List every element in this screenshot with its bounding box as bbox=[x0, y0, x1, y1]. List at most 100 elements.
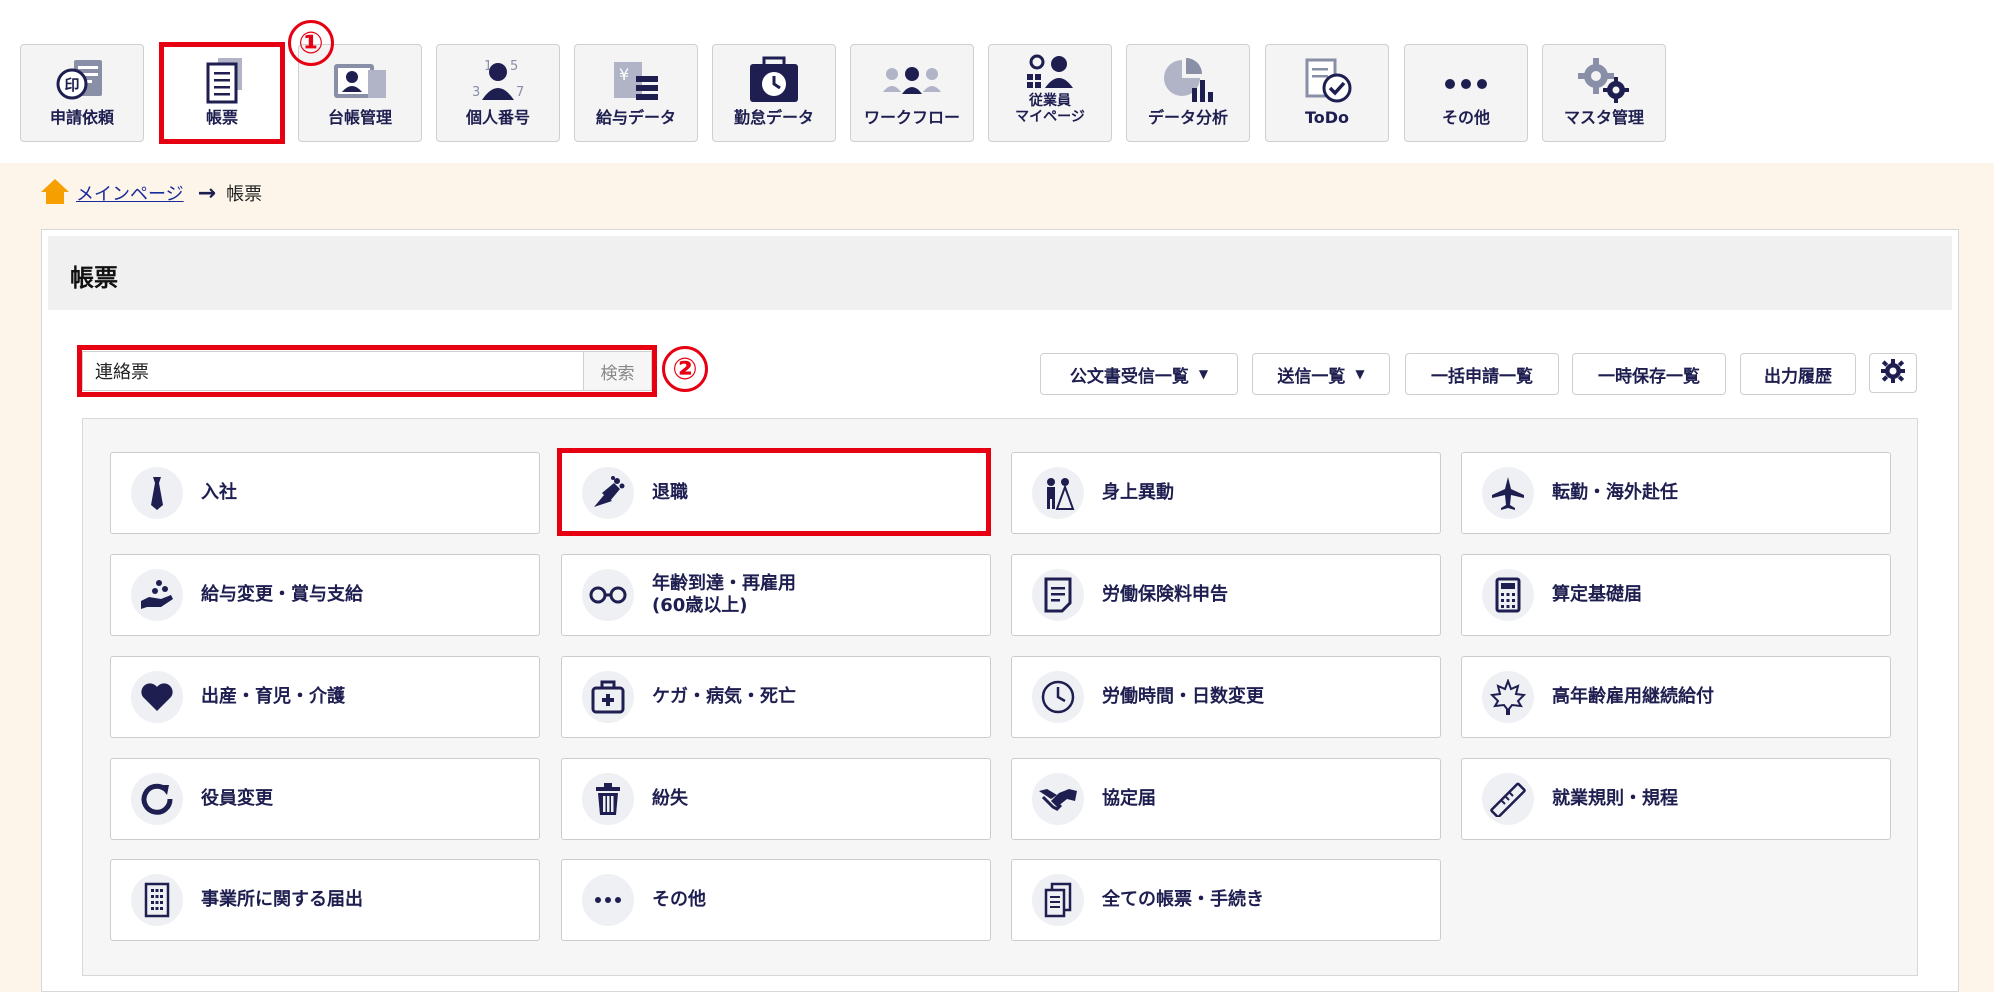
attendance-clock-icon bbox=[744, 55, 804, 107]
id-card-icon bbox=[330, 55, 390, 107]
output-history-button[interactable]: 出力履歴 bbox=[1740, 353, 1856, 395]
card-agreement[interactable]: 協定届 bbox=[1011, 758, 1441, 840]
card-label: ケガ・病気・死亡 bbox=[652, 686, 796, 707]
employee-mypage-icon bbox=[1020, 53, 1080, 91]
nav-item-salary-data[interactable]: ¥ 給与データ bbox=[574, 44, 698, 142]
breadcrumb-current: 帳票 bbox=[226, 184, 263, 205]
trash-icon bbox=[582, 773, 634, 825]
nav-label: データ分析 bbox=[1147, 108, 1228, 127]
bulk-application-button[interactable]: 一括申請一覧 bbox=[1405, 353, 1559, 395]
nav-item-employee-mypage[interactable]: 従業員 マイページ bbox=[988, 44, 1112, 142]
necktie-icon bbox=[131, 467, 183, 519]
nav-item-other[interactable]: その他 bbox=[1404, 44, 1528, 142]
ruler-icon bbox=[1482, 773, 1534, 825]
public-docs-dropdown-button[interactable]: 公文書受信一覧 ▼ bbox=[1040, 353, 1238, 395]
nav-label: 給与データ bbox=[595, 108, 676, 127]
svg-text:印: 印 bbox=[64, 76, 79, 94]
nav-label: マスタ管理 bbox=[1563, 108, 1644, 127]
data-analysis-icon bbox=[1158, 55, 1218, 107]
card-label: 紛失 bbox=[652, 788, 688, 809]
maple-leaf-icon bbox=[1482, 671, 1534, 723]
caret-down-icon: ▼ bbox=[1198, 367, 1209, 381]
temp-save-button[interactable]: 一時保存一覧 bbox=[1572, 353, 1726, 395]
document-lines-icon bbox=[1032, 569, 1084, 621]
refresh-icon bbox=[131, 773, 183, 825]
card-labor-insurance[interactable]: 労働保険料申告 bbox=[1011, 554, 1441, 636]
card-calculation-basis[interactable]: 算定基礎届 bbox=[1461, 554, 1891, 636]
card-label: 全ての帳票・手続き bbox=[1102, 889, 1264, 910]
button-label: 送信一覧 bbox=[1277, 366, 1346, 387]
nav-item-data-analysis[interactable]: データ分析 bbox=[1126, 44, 1250, 142]
more-dots-icon bbox=[1436, 55, 1496, 107]
card-executive-change[interactable]: 役員変更 bbox=[110, 758, 540, 840]
nav-label: 従業員 マイページ bbox=[1015, 93, 1085, 125]
person-number-icon: 1537 bbox=[468, 55, 528, 107]
card-other[interactable]: その他 bbox=[561, 859, 991, 941]
page-title: 帳票 bbox=[70, 264, 118, 292]
clock-icon bbox=[1032, 671, 1084, 723]
todo-check-icon bbox=[1297, 55, 1357, 107]
svg-text:¥: ¥ bbox=[619, 65, 629, 84]
arrow-right-icon: → bbox=[197, 180, 217, 206]
nav-label: ワークフロー bbox=[863, 108, 960, 127]
card-working-hours-change[interactable]: 労働時間・日数変更 bbox=[1011, 656, 1441, 738]
ellipsis-icon bbox=[582, 874, 634, 926]
card-personal-change[interactable]: 身上異動 bbox=[1011, 452, 1441, 534]
card-label: 労働保険料申告 bbox=[1102, 584, 1228, 605]
card-childcare-nursing[interactable]: 出産・育児・介護 bbox=[110, 656, 540, 738]
card-label: 事業所に関する届出 bbox=[201, 889, 363, 910]
building-icon bbox=[131, 874, 183, 926]
card-age-reemployment[interactable]: 年齢到達・再雇用 (60歳以上) bbox=[561, 554, 991, 636]
card-salary-bonus[interactable]: 給与変更・賞与支給 bbox=[110, 554, 540, 636]
sent-list-dropdown-button[interactable]: 送信一覧 ▼ bbox=[1252, 353, 1390, 395]
nav-item-personal-number[interactable]: 1537 個人番号 bbox=[436, 44, 560, 142]
highlight-box-nav-forms bbox=[159, 42, 285, 144]
card-injury-illness-death[interactable]: ケガ・病気・死亡 bbox=[561, 656, 991, 738]
card-work-rules[interactable]: 就業規則・規程 bbox=[1461, 758, 1891, 840]
button-label: 公文書受信一覧 bbox=[1069, 366, 1189, 387]
highlight-box-search bbox=[77, 345, 657, 397]
card-label: 高年齢雇用継続給付 bbox=[1552, 686, 1714, 707]
card-label: 年齢到達・再雇用 (60歳以上) bbox=[652, 573, 796, 616]
card-joining[interactable]: 入社 bbox=[110, 452, 540, 534]
card-label: 身上異動 bbox=[1102, 482, 1174, 503]
annotation-number-2: ② bbox=[662, 346, 708, 392]
nav-label: 台帳管理 bbox=[327, 108, 392, 127]
card-transfer-overseas[interactable]: 転勤・海外赴任 bbox=[1461, 452, 1891, 534]
wedding-couple-icon bbox=[1032, 467, 1084, 519]
nav-item-master[interactable]: マスタ管理 bbox=[1542, 44, 1666, 142]
card-label: 出産・育児・介護 bbox=[201, 686, 345, 707]
settings-button[interactable] bbox=[1869, 353, 1917, 393]
salary-data-icon: ¥ bbox=[606, 55, 666, 107]
gears-icon bbox=[1574, 55, 1634, 107]
first-aid-kit-icon bbox=[582, 671, 634, 723]
card-elderly-employment-benefit[interactable]: 高年齢雇用継続給付 bbox=[1461, 656, 1891, 738]
breadcrumb-home-link[interactable]: メインページ bbox=[76, 180, 184, 206]
annotation-number-1: ① bbox=[288, 20, 334, 66]
card-office-notification[interactable]: 事業所に関する届出 bbox=[110, 859, 540, 941]
nav-label: ToDo bbox=[1304, 108, 1350, 127]
panel-header: 帳票 bbox=[48, 236, 1952, 310]
nav-label: 個人番号 bbox=[465, 108, 530, 127]
card-label: 転勤・海外赴任 bbox=[1552, 482, 1678, 503]
nav-item-attendance-data[interactable]: 勤怠データ bbox=[712, 44, 836, 142]
nav-item-application[interactable]: 印 申請依頼 bbox=[20, 44, 144, 142]
airplane-icon bbox=[1482, 467, 1534, 519]
svg-text:7: 7 bbox=[516, 85, 524, 100]
card-label: 就業規則・規程 bbox=[1552, 788, 1678, 809]
caret-down-icon: ▼ bbox=[1355, 367, 1365, 381]
card-label: 入社 bbox=[201, 482, 237, 503]
heart-icon bbox=[131, 671, 183, 723]
nav-item-workflow[interactable]: ワークフロー bbox=[850, 44, 974, 142]
documents-icon bbox=[1032, 874, 1084, 926]
card-label: その他 bbox=[652, 889, 706, 910]
glasses-icon bbox=[582, 569, 634, 621]
top-navigation: 印 申請依頼 帳票 台帳管理 1537 個人番号 ¥ 給与データ 勤怠データ ワ… bbox=[0, 0, 1994, 163]
gear-icon bbox=[1880, 358, 1906, 389]
nav-item-todo[interactable]: ToDo bbox=[1265, 44, 1389, 142]
card-all-forms[interactable]: 全ての帳票・手続き bbox=[1011, 859, 1441, 941]
nav-label: 勤怠データ bbox=[733, 108, 814, 127]
card-loss[interactable]: 紛失 bbox=[561, 758, 991, 840]
nav-label: 申請依頼 bbox=[49, 108, 114, 127]
calculator-icon bbox=[1482, 569, 1534, 621]
